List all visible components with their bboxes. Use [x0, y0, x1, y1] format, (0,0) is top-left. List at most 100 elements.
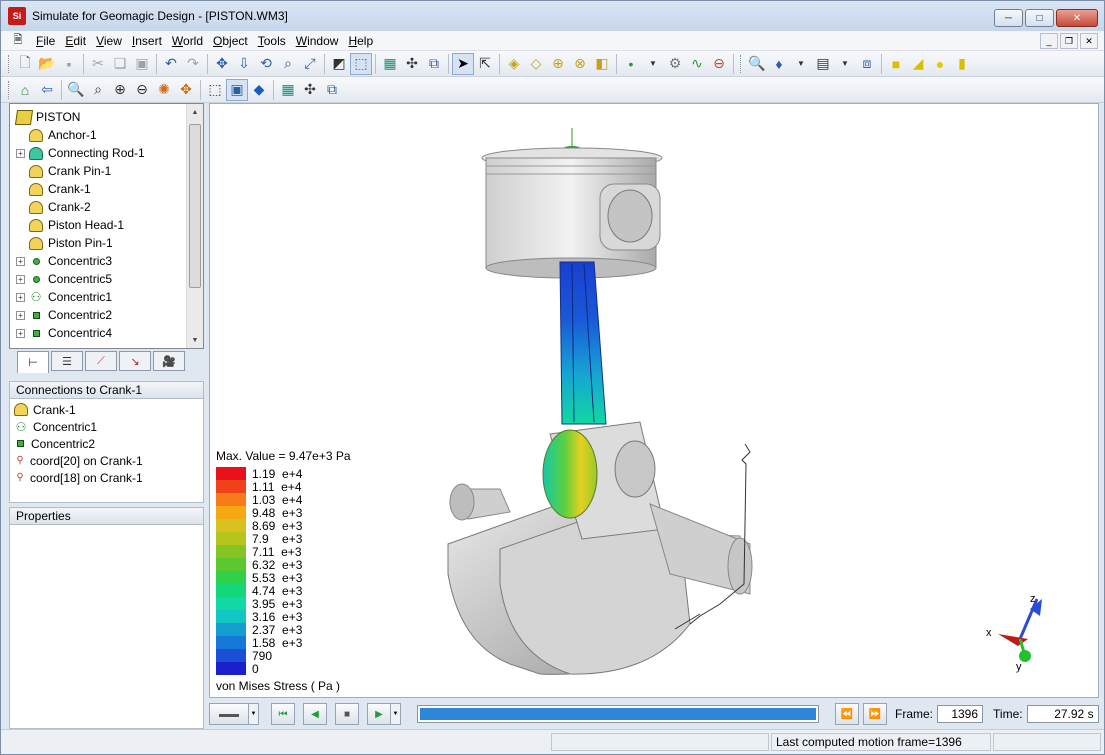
expand-icon[interactable]: +	[16, 310, 25, 320]
move-icon[interactable]: ✥	[211, 53, 233, 75]
toolbar-grip-3[interactable]	[8, 80, 11, 99]
playback-mode-dropdown[interactable]: ▼	[249, 703, 259, 725]
spring-icon[interactable]: ∿	[686, 53, 708, 75]
menu-view[interactable]: View	[91, 31, 127, 51]
zoom-box-icon[interactable]: ⌕	[87, 79, 109, 101]
search-person-icon[interactable]: 🔍	[746, 53, 768, 75]
scroll-thumb[interactable]	[189, 124, 201, 288]
tree-item[interactable]: Crank-2	[16, 198, 91, 216]
rotate-view-icon[interactable]: ✺	[153, 79, 175, 101]
copy-icon[interactable]: ❏	[109, 53, 131, 75]
run-dropdown[interactable]: ▼	[391, 703, 401, 725]
connection-item[interactable]: ⚲ coord[18] on Crank-1	[14, 469, 142, 486]
film-strip-icon[interactable]: ▤	[812, 53, 834, 75]
tree-item[interactable]: Piston Head-1	[16, 216, 124, 234]
move-down-icon[interactable]: ⇩	[233, 53, 255, 75]
frame-field[interactable]: 1396	[937, 705, 984, 723]
zoom-fit-icon[interactable]: ⤢	[299, 53, 321, 75]
pan-icon[interactable]: ✥	[175, 79, 197, 101]
tree-item[interactable]: Crank Pin-1	[16, 162, 111, 180]
dropdown-arrow-icon-2[interactable]: ▼	[790, 53, 812, 75]
connection-item[interactable]: Crank-1	[14, 401, 76, 418]
grid-icon-2[interactable]: ▦	[277, 79, 299, 101]
meter-icon[interactable]: ♦	[768, 53, 790, 75]
coordinate-icon[interactable]: ✣	[401, 53, 423, 75]
step-back-button[interactable]: ◀	[303, 703, 327, 725]
join-icon[interactable]: ◇	[525, 53, 547, 75]
expand-icon[interactable]: +	[16, 328, 25, 338]
cut-icon[interactable]: ✂	[87, 53, 109, 75]
tab-camera[interactable]: 🎥	[153, 351, 185, 371]
tree-item[interactable]: Anchor-1	[16, 126, 97, 144]
frame-progress-bar[interactable]	[417, 705, 819, 723]
menu-edit[interactable]: Edit	[60, 31, 91, 51]
select-arrow-icon[interactable]: ➤	[452, 52, 474, 75]
home-view-icon[interactable]: ⌂	[14, 79, 36, 101]
stop-button[interactable]: ■	[335, 703, 359, 725]
menu-file[interactable]: File	[31, 31, 60, 51]
tree-scrollbar[interactable]: ▲ ▼	[186, 104, 203, 348]
zoom-rotate-icon[interactable]: ⌕	[277, 53, 299, 75]
shaded-icon[interactable]: ▣	[226, 78, 248, 101]
export-icon[interactable]: ⧈	[856, 53, 878, 75]
tree-item[interactable]: Crank-1	[16, 180, 91, 198]
zoom-out-icon[interactable]: ⊖	[131, 79, 153, 101]
mdi-close-button[interactable]: ✕	[1080, 33, 1098, 49]
minimize-button[interactable]: ─	[994, 9, 1023, 27]
tree-item[interactable]: + Concentric5	[16, 270, 112, 288]
step-back-frame-button[interactable]: ⏪	[835, 703, 859, 725]
maximize-button[interactable]: □	[1025, 9, 1054, 27]
objects-icon[interactable]: ⧉	[423, 53, 445, 75]
back-view-icon[interactable]: ⇦	[36, 79, 58, 101]
new-file-icon[interactable]: 🗋	[14, 53, 36, 75]
pin-icon[interactable]: ⊗	[569, 53, 591, 75]
tree-item[interactable]: + Concentric4	[16, 324, 112, 342]
tree-item[interactable]: + Connecting Rod-1	[16, 144, 145, 162]
mdi-minimize-button[interactable]: _	[1040, 33, 1058, 49]
tab-tree[interactable]: ⊢	[17, 351, 49, 373]
cube-icon[interactable]: ■	[885, 53, 907, 75]
mdi-restore-button[interactable]: ❐	[1060, 33, 1078, 49]
point-icon[interactable]: ⊕	[547, 53, 569, 75]
tree-root[interactable]: PISTON	[14, 108, 80, 126]
tree-item[interactable]: + ⚇ Concentric1	[16, 288, 112, 306]
expand-icon[interactable]: +	[16, 292, 25, 302]
open-folder-icon[interactable]: 📂	[36, 53, 58, 75]
point-element-icon[interactable]: •	[620, 53, 642, 75]
dropdown-arrow-icon-3[interactable]: ▼	[834, 53, 856, 75]
zoom-icon[interactable]: 🔍	[65, 79, 87, 101]
cylinder-icon[interactable]: ▮	[951, 53, 973, 75]
tree-item[interactable]: + Concentric2	[16, 306, 112, 324]
coordinate-icon-2[interactable]: ✣	[299, 79, 321, 101]
scroll-up-icon[interactable]: ▲	[187, 104, 203, 120]
rotate-icon[interactable]: ⟲	[255, 53, 277, 75]
grid-icon[interactable]: ▦	[379, 53, 401, 75]
time-field[interactable]: 27.92 s	[1026, 705, 1099, 723]
undo-icon[interactable]: ↶	[160, 53, 182, 75]
motor-icon[interactable]: ⊖	[708, 53, 730, 75]
document-icon[interactable]: 🗎	[9, 33, 27, 49]
expand-icon[interactable]: +	[16, 148, 25, 158]
menu-window[interactable]: Window	[291, 31, 344, 51]
redo-icon[interactable]: ↷	[182, 53, 204, 75]
3d-viewport[interactable]: x z y Max. Value = 9.47e+3 Pa 1.19 e+4 1.…	[209, 103, 1099, 698]
connection-item[interactable]: Concentric2	[14, 435, 95, 452]
wireframe-box-icon[interactable]: ⬚	[350, 52, 372, 75]
dropdown-arrow-icon[interactable]: ▼	[642, 53, 664, 75]
menu-world[interactable]: World	[167, 31, 208, 51]
tree-item[interactable]: Piston Pin-1	[16, 234, 113, 252]
split-icon[interactable]: ◈	[503, 53, 525, 75]
run-button[interactable]: ▶	[367, 703, 391, 725]
sphere-icon[interactable]: ●	[929, 53, 951, 75]
paste-icon[interactable]: ▣	[131, 53, 153, 75]
tab-curve[interactable]: ↘	[119, 351, 151, 371]
reset-button[interactable]: ⏮	[271, 703, 295, 725]
connection-item[interactable]: ⚇ Concentric1	[14, 418, 97, 435]
slot-icon[interactable]: ◧	[591, 53, 613, 75]
wedge-icon[interactable]: ◢	[907, 53, 929, 75]
toolbar-grip[interactable]	[8, 54, 11, 73]
shaded-edges-icon[interactable]: ◆	[248, 79, 270, 101]
gear-joint-icon[interactable]: ⚙	[664, 53, 686, 75]
save-icon[interactable]: ▪	[58, 53, 80, 75]
close-button[interactable]: ✕	[1056, 9, 1098, 27]
